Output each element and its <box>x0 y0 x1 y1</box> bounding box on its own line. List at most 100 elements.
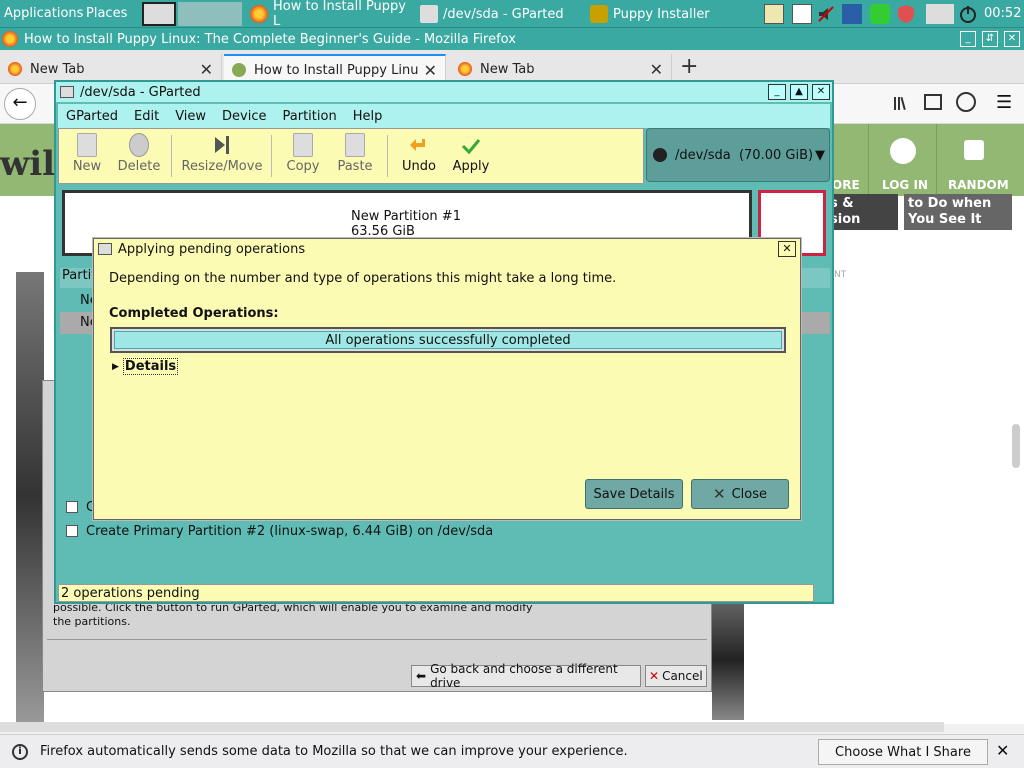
menu-edit[interactable]: Edit <box>134 109 159 124</box>
checkbox[interactable] <box>66 501 78 513</box>
instruction-line: the partitions. <box>53 615 131 628</box>
storage-icon[interactable] <box>870 4 890 24</box>
library-icon[interactable] <box>892 94 910 112</box>
dialog-close-icon[interactable]: ✕ <box>778 241 796 257</box>
firewall-shield-icon[interactable] <box>896 4 916 24</box>
task-firefox[interactable]: How to Install Puppy L <box>246 0 414 29</box>
minimize-button[interactable]: _ <box>768 84 786 100</box>
ad-label: NT <box>834 270 847 280</box>
task-gparted[interactable]: /dev/sda - GParted <box>416 2 582 26</box>
menu-gparted[interactable]: GParted <box>66 109 118 124</box>
disk-icon <box>60 86 74 98</box>
task-puppy-installer[interactable]: Puppy Installer <box>586 2 736 26</box>
horizontal-scrollbar[interactable] <box>0 722 944 732</box>
close-button[interactable]: ✕ <box>1004 31 1020 47</box>
workspace-2-button[interactable] <box>178 2 210 26</box>
progress-bar: All operations successfully completed <box>110 327 786 353</box>
back-arrow-icon[interactable]: ← <box>4 88 36 120</box>
notes-icon[interactable] <box>764 4 784 24</box>
toolbar-separator <box>171 135 172 177</box>
applications-menu[interactable]: Applications <box>4 6 83 21</box>
copy-button[interactable]: Copy <box>283 133 323 174</box>
operation-row[interactable]: Create Primary Partition #2 (linux-swap,… <box>66 520 493 542</box>
volume-muted-icon[interactable] <box>816 4 836 24</box>
network-icon[interactable] <box>842 4 862 24</box>
checkbox[interactable] <box>66 525 78 537</box>
menu-help[interactable]: Help <box>353 109 383 124</box>
gparted-titlebar: /dev/sda - GParted _ ▲ ✕ <box>56 82 832 102</box>
show-desktop-icon[interactable] <box>142 2 176 26</box>
disk-icon <box>420 5 438 23</box>
dice-icon <box>964 140 984 160</box>
weather-icon[interactable] <box>926 4 954 24</box>
device-selector[interactable]: /dev/sda (70.00 GiB) ▼ <box>646 128 830 182</box>
article-card-1[interactable]: s & sion <box>826 194 898 230</box>
account-icon[interactable] <box>956 92 976 112</box>
disk-icon <box>653 148 667 162</box>
copy-icon <box>293 133 313 157</box>
button-label: Apply <box>452 159 490 174</box>
maximize-button[interactable]: ⇵ <box>982 31 998 47</box>
menu-device[interactable]: Device <box>222 109 266 124</box>
button-label: Cancel <box>662 669 703 683</box>
button-label: Copy <box>286 159 320 174</box>
button-label: Resize/Move <box>181 159 263 174</box>
apply-button[interactable]: Apply <box>451 133 491 174</box>
nav-log-in[interactable]: LOG IN <box>882 178 928 192</box>
clock: 00:52 <box>984 6 1022 21</box>
button-label: Go back and choose a different drive <box>430 662 618 690</box>
close-button[interactable]: ✕ Close <box>691 479 789 509</box>
paste-button[interactable]: Paste <box>335 133 375 174</box>
menu-partition[interactable]: Partition <box>283 109 337 124</box>
clipboard-icon[interactable] <box>792 4 812 24</box>
resize-move-button[interactable]: Resize/Move <box>181 133 263 174</box>
separator <box>47 639 707 640</box>
toolbar-separator <box>271 135 272 177</box>
power-icon[interactable] <box>958 4 978 24</box>
close-button[interactable]: ✕ <box>812 84 830 100</box>
undo-button[interactable]: Undo <box>399 133 439 174</box>
places-menu[interactable]: Places <box>86 6 127 21</box>
card-text: You See It <box>908 212 982 227</box>
go-back-button[interactable]: ⬅ Go back and choose a different drive <box>411 662 641 690</box>
wikihow-logo[interactable]: wil <box>0 144 55 184</box>
page-scrollbar[interactable] <box>1012 424 1020 468</box>
cancel-button[interactable]: ✕ Cancel <box>645 665 707 687</box>
tab-label: How to Install Puppy Linu <box>254 62 419 78</box>
expander-arrow-icon: ▶ <box>112 361 119 372</box>
close-tab-icon[interactable]: ✕ <box>200 60 213 79</box>
gparted-toolbar: New Delete Resize/Move Copy Paste Undo A… <box>58 128 644 184</box>
top-taskbar: Applications Places How to Install Puppy… <box>0 0 1024 29</box>
close-notification-icon[interactable]: ✕ <box>996 741 1009 760</box>
nav-more[interactable]: ORE <box>832 178 860 192</box>
gparted-menubar: GParted Edit View Device Partition Help <box>58 104 830 128</box>
close-tab-icon[interactable]: ✕ <box>650 60 663 79</box>
article-card-2[interactable]: to Do when You See It <box>904 194 1012 230</box>
tab-strip: New Tab ✕ How to Install Puppy Linu ✕ Ne… <box>0 50 1024 84</box>
hamburger-menu-icon[interactable]: ☰ <box>996 92 1012 113</box>
firefox-icon <box>250 5 268 23</box>
workspace-3-button[interactable] <box>210 2 242 26</box>
nav-divider <box>868 124 869 196</box>
minimize-button[interactable]: _ <box>960 31 976 47</box>
delete-button[interactable]: Delete <box>115 133 163 174</box>
details-expander[interactable]: ▶ Details <box>112 358 179 375</box>
choose-what-i-share-button[interactable]: Choose What I Share <box>818 739 988 765</box>
sidebar-icon[interactable] <box>924 94 942 110</box>
firefox-titlebar: How to Install Puppy Linux: The Complete… <box>0 28 1024 50</box>
save-details-button[interactable]: Save Details <box>585 479 683 509</box>
menu-view[interactable]: View <box>175 109 206 124</box>
task-label: How to Install Puppy L <box>273 0 406 29</box>
button-label: Paste <box>337 159 373 174</box>
nav-random[interactable]: RANDOM <box>948 178 1009 192</box>
tab-label: New Tab <box>480 61 535 77</box>
maximize-button[interactable]: ▲ <box>790 84 808 100</box>
back-arrow-icon: ⬅ <box>416 669 427 683</box>
new-tab-plus-icon[interactable]: + <box>680 54 698 79</box>
nav-divider <box>936 124 937 196</box>
notification-text: Firefox automatically sends some data to… <box>40 744 628 759</box>
new-button[interactable]: New <box>69 133 105 174</box>
close-tab-icon[interactable]: ✕ <box>424 61 437 80</box>
installer-instructions: possible. Click the button to run GParte… <box>53 601 693 629</box>
task-label: /dev/sda - GParted <box>443 6 564 22</box>
